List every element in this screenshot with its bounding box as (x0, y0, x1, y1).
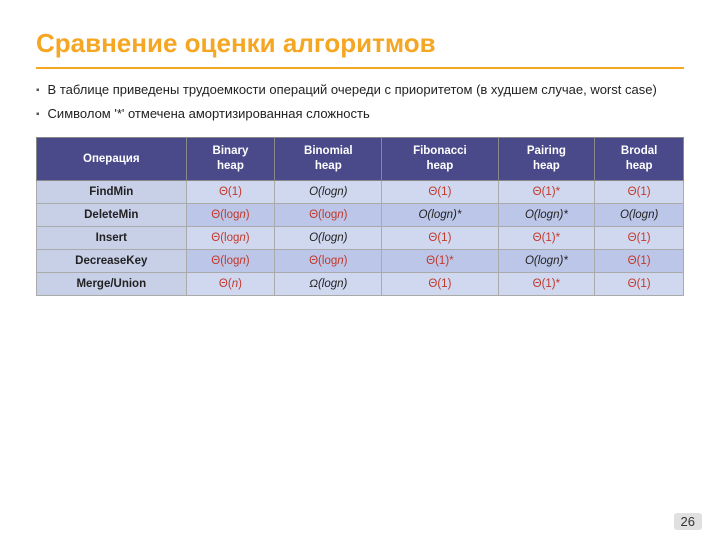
title-divider (36, 67, 684, 69)
table-row: DecreaseKey Θ(logn) Θ(logn) Θ(1)* O(logn… (37, 250, 684, 273)
data-cell: O(logn)* (498, 250, 595, 273)
bullet-list: ▪ В таблице приведены трудоемкости опера… (36, 81, 684, 123)
data-cell: O(logn) (595, 204, 684, 227)
data-cell: Θ(1) (595, 273, 684, 296)
data-cell: Θ(1) (595, 181, 684, 204)
data-cell: Θ(logn) (275, 250, 382, 273)
data-cell: Θ(1) (382, 273, 498, 296)
data-cell: Θ(1)* (498, 273, 595, 296)
slide: Сравнение оценки алгоритмов ▪ В таблице … (0, 0, 720, 540)
op-cell: FindMin (37, 181, 187, 204)
bullet-text-1: В таблице приведены трудоемкости операци… (48, 81, 657, 99)
data-cell: Θ(n) (186, 273, 275, 296)
col-header-binary: Binaryheap (186, 138, 275, 181)
data-cell: O(logn)* (498, 204, 595, 227)
col-header-operation: Операция (37, 138, 187, 181)
data-cell: Θ(logn) (186, 250, 275, 273)
data-cell: O(logn) (275, 227, 382, 250)
data-cell: Θ(1)* (498, 227, 595, 250)
col-header-fibonacci: Fibonacciheap (382, 138, 498, 181)
data-cell: Θ(1) (186, 181, 275, 204)
data-cell: Θ(1)* (382, 250, 498, 273)
data-cell: Θ(1) (595, 250, 684, 273)
bullet-marker-2: ▪ (36, 108, 40, 122)
data-cell: Θ(1)* (498, 181, 595, 204)
data-cell: Θ(logn) (186, 204, 275, 227)
op-cell: DeleteMin (37, 204, 187, 227)
slide-title: Сравнение оценки алгоритмов (36, 28, 684, 59)
comparison-table: Операция Binaryheap Binomialheap Fibonac… (36, 137, 684, 296)
data-cell: O(logn) (275, 181, 382, 204)
data-cell: Θ(logn) (186, 227, 275, 250)
data-cell: Θ(logn) (275, 204, 382, 227)
op-cell: Merge/Union (37, 273, 187, 296)
table-row: Merge/Union Θ(n) Ω(logn) Θ(1) Θ(1)* Θ(1) (37, 273, 684, 296)
table-row: DeleteMin Θ(logn) Θ(logn) O(logn)* O(log… (37, 204, 684, 227)
data-cell: O(logn)* (382, 204, 498, 227)
bullet-item-1: ▪ В таблице приведены трудоемкости опера… (36, 81, 684, 99)
slide-number: 26 (674, 513, 702, 530)
data-cell: Θ(1) (382, 181, 498, 204)
table-row: Insert Θ(logn) O(logn) Θ(1) Θ(1)* Θ(1) (37, 227, 684, 250)
data-cell: Ω(logn) (275, 273, 382, 296)
col-header-pairing: Pairingheap (498, 138, 595, 181)
bullet-item-2: ▪ Символом '*' отмечена амортизированная… (36, 105, 684, 123)
op-cell: DecreaseKey (37, 250, 187, 273)
data-cell: Θ(1) (595, 227, 684, 250)
col-header-brodal: Brodalheap (595, 138, 684, 181)
table-row: FindMin Θ(1) O(logn) Θ(1) Θ(1)* Θ(1) (37, 181, 684, 204)
col-header-binomial: Binomialheap (275, 138, 382, 181)
op-cell: Insert (37, 227, 187, 250)
bullet-marker-1: ▪ (36, 84, 40, 98)
bullet-text-2: Символом '*' отмечена амортизированная с… (48, 105, 370, 123)
data-cell: Θ(1) (382, 227, 498, 250)
table-header-row: Операция Binaryheap Binomialheap Fibonac… (37, 138, 684, 181)
